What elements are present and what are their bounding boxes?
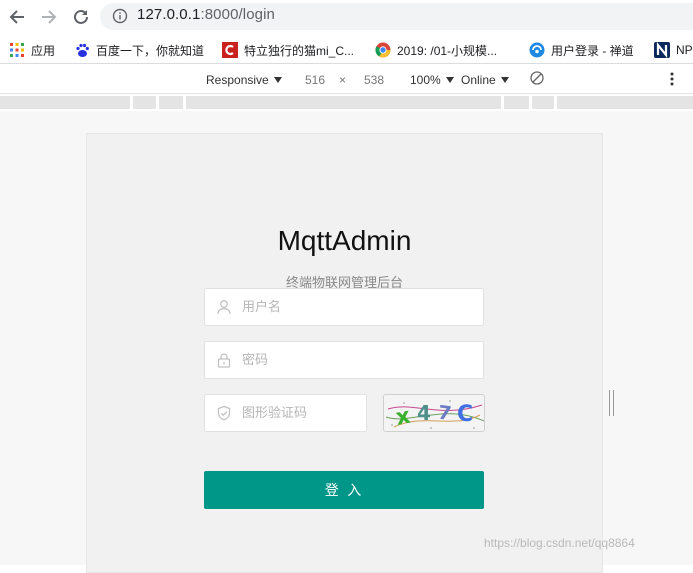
arrow-right-icon	[42, 10, 57, 24]
captcha-char: C	[457, 402, 473, 427]
zoom-select[interactable]: 100%	[410, 73, 454, 87]
url-path: :8000/login	[200, 6, 275, 23]
bookmark-baidu[interactable]: 百度一下，你就知道	[74, 41, 204, 59]
captcha-char: 4	[417, 401, 431, 425]
back-button[interactable]	[5, 5, 29, 29]
forward-button[interactable]	[37, 5, 61, 29]
app-title: MqttAdmin	[277, 225, 412, 256]
captcha-input[interactable]	[242, 395, 359, 431]
network-throttle-select[interactable]: Online	[461, 73, 509, 87]
captcha-image[interactable]: x 4 7 C	[383, 394, 485, 432]
username-input[interactable]	[242, 289, 476, 325]
captcha-field[interactable]	[204, 394, 367, 432]
media-query-ruler[interactable]	[0, 94, 693, 111]
more-options-button[interactable]	[669, 72, 675, 86]
bookmark-csdn[interactable]: 特立独行的猫mi_C...	[222, 41, 354, 59]
bookmark-label: NP	[676, 43, 693, 57]
bookmark-2019[interactable]: 2019: /01-小规模...	[375, 41, 497, 59]
arrow-left-icon	[9, 10, 24, 24]
page-viewport: MqttAdmin 终端物联网管理后台 x 4 7 C	[0, 111, 693, 573]
ruler-segment[interactable]	[557, 96, 693, 109]
baidu-paw-icon	[74, 42, 90, 58]
user-icon	[217, 300, 231, 315]
ruler-segment[interactable]	[159, 96, 183, 109]
bookmark-zentao[interactable]: 用户登录 - 禅道	[529, 41, 634, 59]
reload-button[interactable]	[69, 5, 93, 29]
watermark-text: https://blog.csdn.net/qq8864	[484, 536, 635, 550]
login-card: MqttAdmin 终端物联网管理后台 x 4 7 C	[86, 133, 603, 573]
csdn-c-icon	[222, 42, 238, 58]
shield-check-icon	[217, 405, 231, 421]
login-button[interactable]: 登 入	[204, 471, 484, 509]
device-label: Responsive	[206, 73, 269, 87]
kebab-menu-icon	[670, 72, 674, 86]
ruler-segment[interactable]	[186, 96, 501, 109]
bookmarks-bar: 应用 百度一下，你就知道 特立独行的猫mi_C... 2019: /01-小规模…	[0, 34, 693, 64]
reload-icon	[74, 9, 88, 24]
bookmark-apps[interactable]: 应用	[9, 41, 55, 59]
password-input[interactable]	[242, 342, 476, 378]
device-toolbar: Responsive 516 × 538 100% Online	[0, 65, 693, 94]
zoom-label: 100%	[410, 73, 441, 87]
bookmark-np[interactable]: NP	[654, 41, 693, 59]
lock-icon	[217, 353, 231, 368]
apps-grid-icon	[9, 42, 25, 58]
caret-down-icon	[500, 77, 509, 83]
bookmark-label: 2019: /01-小规模...	[397, 43, 498, 58]
n-logo-icon	[654, 42, 670, 58]
browser-toolbar: 127.0.0.1:8000/login	[0, 0, 693, 34]
chrome-icon	[375, 42, 391, 58]
url-text[interactable]: 127.0.0.1:8000/login	[137, 6, 275, 23]
ruler-segment[interactable]	[532, 96, 554, 109]
viewport-resize-handle[interactable]	[609, 390, 614, 416]
bookmark-label: 用户登录 - 禅道	[551, 43, 634, 58]
viewport-height-input[interactable]: 538	[364, 73, 384, 87]
rotate-button[interactable]	[530, 71, 544, 85]
url-host: 127.0.0.1	[137, 6, 201, 23]
zentao-icon	[529, 42, 545, 58]
ruler-segment[interactable]	[504, 96, 529, 109]
caret-down-icon	[445, 77, 454, 83]
captcha-graphic: x 4 7 C	[384, 395, 484, 431]
info-icon[interactable]	[112, 8, 128, 24]
dimension-separator: ×	[339, 73, 347, 87]
bookmark-label: 特立独行的猫mi_C...	[244, 43, 355, 58]
bookmark-label: 应用	[31, 43, 56, 58]
viewport-width-input[interactable]: 516	[305, 73, 325, 87]
bookmark-label: 百度一下，你就知道	[96, 43, 205, 58]
username-field[interactable]	[204, 288, 484, 326]
ruler-segment[interactable]	[0, 96, 130, 109]
ruler-segment[interactable]	[133, 96, 156, 109]
caret-down-icon	[273, 77, 282, 83]
network-label: Online	[461, 73, 496, 87]
device-select[interactable]: Responsive	[206, 73, 282, 87]
password-field[interactable]	[204, 341, 484, 379]
rotate-icon	[530, 71, 544, 85]
